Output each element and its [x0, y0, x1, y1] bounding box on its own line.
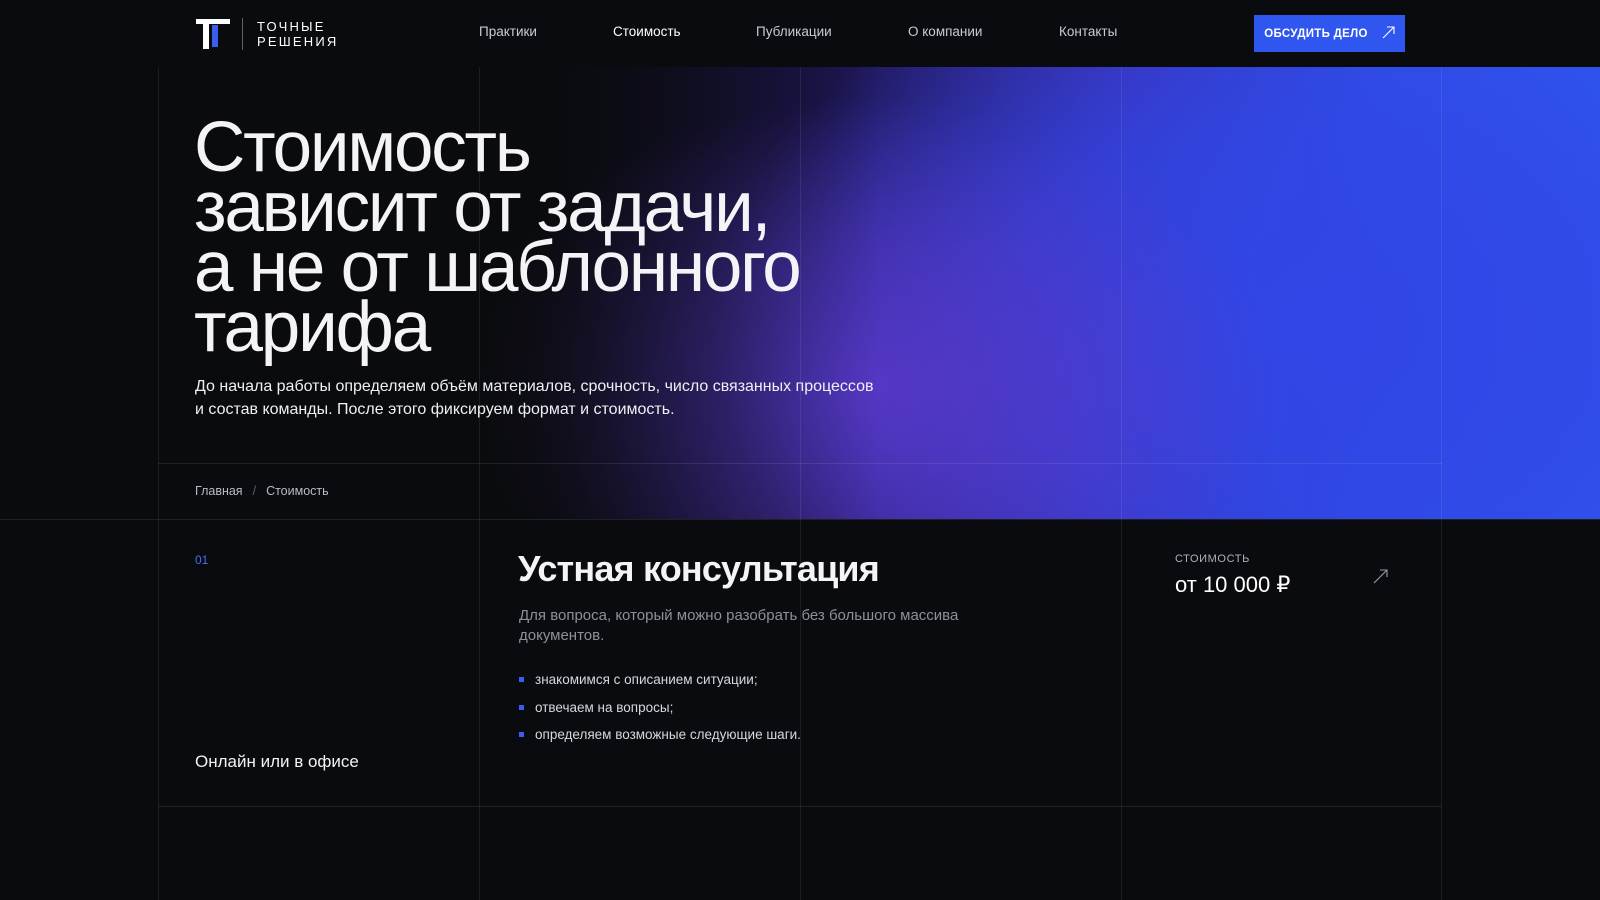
service-steps-list: знакомимся с описанием ситуации; отвечае…	[519, 666, 801, 749]
grid-line	[1441, 0, 1442, 900]
service-title: Устная консультация	[518, 548, 880, 589]
arrow-up-right-icon	[1382, 25, 1395, 42]
page-title-line: тарифа	[194, 288, 431, 367]
logo-divider	[242, 18, 243, 50]
section-divider	[0, 519, 1600, 520]
discuss-case-button-label: ОБСУДИТЬ ДЕЛО	[1264, 27, 1368, 40]
breadcrumb-home-link[interactable]: Главная	[195, 484, 243, 498]
logo-text: ТОЧНЫЕ РЕШЕНИЯ	[257, 19, 338, 49]
breadcrumb: Главная / Стоимость	[195, 484, 329, 498]
bullet-square-icon	[519, 677, 524, 683]
grid-line	[1121, 0, 1122, 900]
logo-text-line-1: ТОЧНЫЕ	[257, 19, 326, 34]
price-label: стоимость	[1175, 553, 1250, 565]
page-title: Стоимость зависит от задачи, а не от шаб…	[194, 112, 894, 367]
page: ТОЧНЫЕ РЕШЕНИЯ Практики Стоимость Публик…	[0, 0, 1600, 900]
service-number: 01	[195, 553, 209, 567]
nav-item-pricing[interactable]: Стоимость	[613, 24, 681, 39]
list-item-text: отвечаем на вопросы;	[535, 699, 674, 715]
logo-text-line-2: РЕШЕНИЯ	[257, 34, 339, 49]
breadcrumb-separator: /	[252, 484, 257, 498]
list-item: отвечаем на вопросы;	[519, 694, 801, 722]
row-divider	[158, 806, 1442, 807]
logo[interactable]: ТОЧНЫЕ РЕШЕНИЯ	[196, 17, 338, 51]
service-description: Для вопроса, который можно разобрать без…	[519, 607, 959, 644]
nav-item-about[interactable]: О компании	[908, 24, 982, 39]
nav-item-practices[interactable]: Практики	[479, 24, 537, 39]
breadcrumb-current: Стоимость	[266, 484, 329, 498]
price-value: от 10 000 ₽	[1175, 572, 1291, 597]
logo-mark-icon	[196, 17, 230, 51]
service-format: Онлайн или в офисе	[195, 752, 359, 771]
list-item: знакомимся с описанием ситуации;	[519, 666, 801, 694]
discuss-case-button[interactable]: ОБСУДИТЬ ДЕЛО	[1254, 15, 1405, 52]
list-item: определяем возможные следующие шаги.	[519, 721, 801, 749]
list-item-text: определяем возможные следующие шаги.	[535, 727, 801, 743]
nav-item-contacts[interactable]: Контакты	[1059, 24, 1117, 39]
nav-item-publications[interactable]: Публикации	[756, 24, 832, 39]
arrow-up-right-icon[interactable]	[1372, 567, 1390, 585]
hero-subtitle: До начала работы определяем объём матери…	[195, 378, 874, 418]
list-item-text: знакомимся с описанием ситуации;	[535, 672, 758, 688]
site-header: ТОЧНЫЕ РЕШЕНИЯ Практики Стоимость Публик…	[0, 0, 1600, 67]
hero-divider	[158, 463, 1442, 464]
grid-line	[158, 0, 159, 900]
bullet-square-icon	[519, 732, 524, 738]
bullet-square-icon	[519, 704, 524, 710]
